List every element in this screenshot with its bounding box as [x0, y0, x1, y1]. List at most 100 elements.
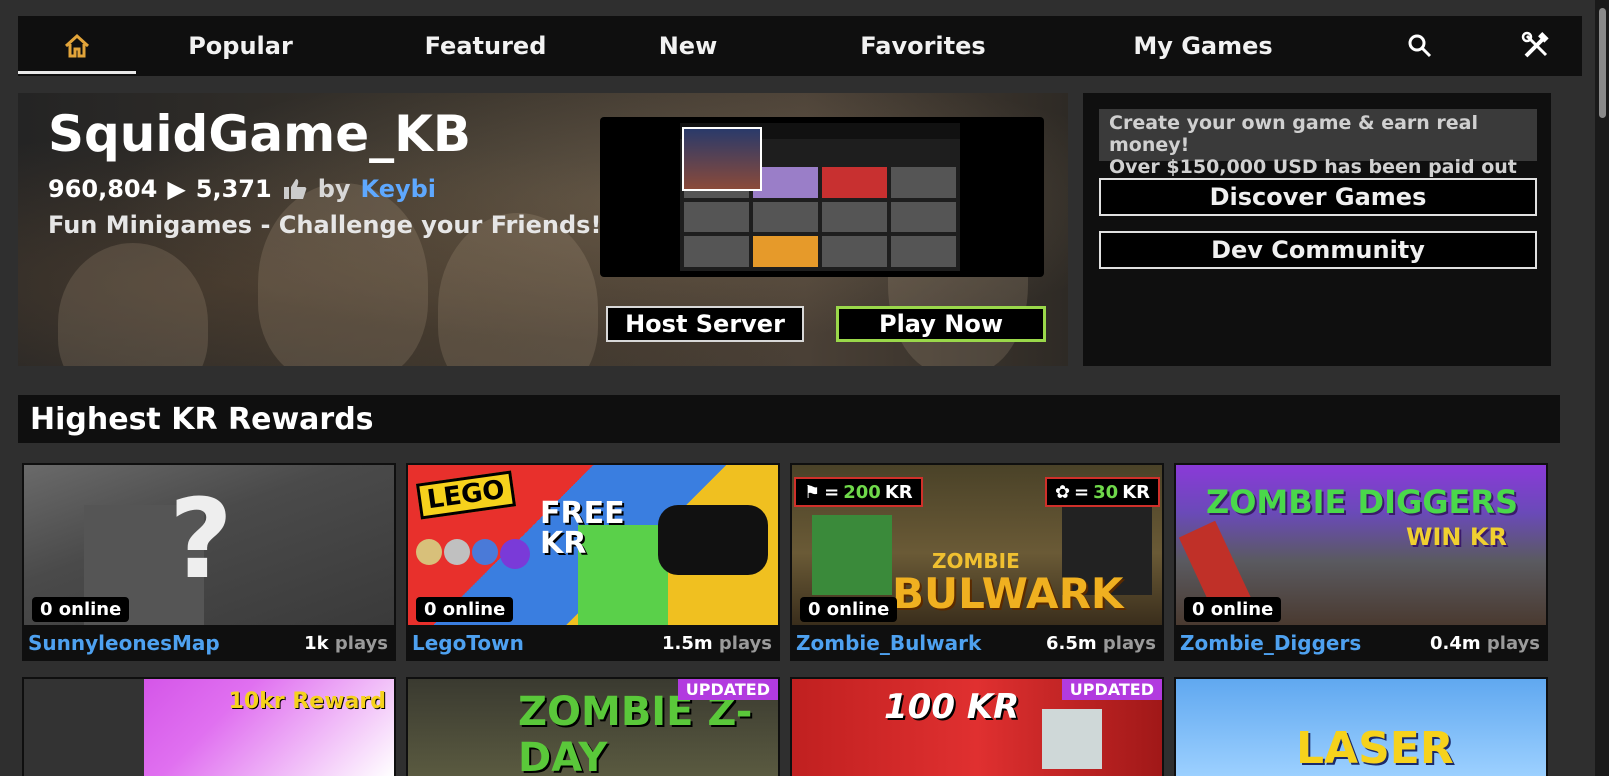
art-title: ZOMBIE DIGGERS: [1206, 483, 1519, 521]
plays-label: plays: [1486, 632, 1540, 654]
free-kr-text: FREE KR: [540, 496, 625, 561]
lego-logo: LEGO: [415, 470, 516, 520]
art-title: 100 KR: [884, 687, 1020, 727]
rifle-shape: [658, 505, 768, 575]
search-button[interactable]: [1390, 16, 1450, 76]
trailer-video[interactable]: [600, 117, 1044, 277]
creator-panel: Create your own game & earn real money! …: [1083, 93, 1551, 366]
online-badge: 0 online: [32, 597, 130, 622]
game-card[interactable]: ZOMBIE Z-DAY UPDATED: [406, 677, 780, 776]
reward-banner: 10kr Reward: [228, 689, 386, 714]
promo-banner: Create your own game & earn real money! …: [1099, 109, 1537, 200]
video-thumb: [684, 236, 749, 267]
nav-featured[interactable]: Featured: [423, 16, 548, 76]
video-thumb: [822, 201, 887, 233]
host-server-button[interactable]: Host Server: [606, 306, 804, 342]
author-link[interactable]: Keybi: [361, 175, 437, 203]
kr-amount: 200: [843, 481, 881, 503]
hero-stats: 960,804 ▶ 5,371 by Keybi: [48, 175, 436, 203]
thumbs-up-icon: [283, 179, 307, 199]
scrollbar-thumb[interactable]: [1599, 8, 1606, 118]
game-name[interactable]: Zombie_Diggers: [1180, 631, 1361, 655]
card-thumbnail: 10kr Reward: [24, 679, 394, 776]
robot-head: [1042, 709, 1102, 769]
game-card[interactable]: ? 0 online SunnyleonesMap 1k plays: [22, 463, 396, 661]
card-thumbnail: LEGO FREE KR 0 online: [408, 465, 778, 625]
plays-value: 0.4m: [1429, 632, 1481, 654]
video-thumb: [753, 201, 818, 233]
video-thumb: [753, 236, 818, 267]
card-thumbnail: ZOMBIE Z-DAY UPDATED: [408, 679, 778, 776]
nav-new[interactable]: New: [648, 16, 728, 76]
question-mark-icon: ?: [169, 475, 233, 603]
play-count: 6.5m plays: [1046, 633, 1156, 654]
discover-games-button[interactable]: Discover Games: [1099, 178, 1537, 216]
video-thumb: [822, 236, 887, 267]
plays-label: plays: [334, 632, 388, 654]
art-title: LASER: [1296, 723, 1454, 774]
art-subtitle: WIN KR: [1406, 523, 1507, 551]
webcam-overlay: [682, 127, 762, 191]
play-icon: ▶: [167, 175, 186, 203]
video-thumb: [891, 167, 956, 198]
zombie-head: [812, 515, 892, 595]
game-card[interactable]: ZOMBIE DIGGERS WIN KR 0 online Zombie_Di…: [1174, 463, 1548, 661]
like-count: 5,371: [195, 175, 272, 203]
play-count: 1k plays: [304, 633, 388, 654]
game-card[interactable]: ⚑ = 200 KR ✿ = 30 KR ZOMBIE BULWARK 0 on…: [790, 463, 1164, 661]
art-title-bottom: BULWARK: [892, 569, 1124, 618]
plays-value: 1k: [304, 632, 329, 654]
flower-icon: ✿: [1054, 481, 1071, 503]
thumb-shape: [24, 679, 144, 776]
game-card[interactable]: LEGO FREE KR 0 online LegoTown 1.5m play…: [406, 463, 780, 661]
coin-icon: [472, 539, 498, 565]
online-badge: 0 online: [800, 597, 898, 622]
promo-line: Create your own game & earn real money!: [1109, 112, 1479, 156]
tools-button[interactable]: [1506, 16, 1566, 76]
kr-reward-badge: ✿ = 30 KR: [1044, 477, 1160, 507]
updated-badge: UPDATED: [1061, 679, 1162, 700]
nav-favorites[interactable]: Favorites: [853, 16, 993, 76]
nav-active-underline: [18, 71, 136, 74]
game-card[interactable]: 10kr Reward: [22, 677, 396, 776]
flag-icon: ⚑: [804, 481, 821, 503]
game-name[interactable]: Zombie_Bulwark: [796, 631, 981, 655]
card-thumbnail: 100 KR UPDATED: [792, 679, 1162, 776]
play-now-button[interactable]: Play Now: [836, 306, 1046, 342]
nav-home[interactable]: [18, 16, 136, 76]
video-thumb: [822, 167, 887, 198]
plays-label: plays: [1102, 632, 1156, 654]
game-name[interactable]: SunnyleonesMap: [28, 631, 220, 655]
video-thumb: [891, 236, 956, 267]
section-title: Highest KR Rewards: [18, 395, 1560, 443]
video-thumb: [891, 201, 956, 233]
kr-equals: =: [1074, 481, 1090, 503]
coin-icon: [444, 539, 470, 565]
online-badge: 0 online: [416, 597, 514, 622]
home-icon: [64, 33, 90, 58]
game-name[interactable]: LegoTown: [412, 631, 524, 655]
featured-hero: SquidGame_KB 960,804 ▶ 5,371 by Keybi Fu…: [18, 93, 1068, 366]
game-card[interactable]: LASER: [1174, 677, 1548, 776]
hero-bg-figure: [58, 243, 208, 366]
card-footer: Zombie_Diggers 0.4m plays: [1174, 625, 1548, 661]
plays-label: plays: [718, 632, 772, 654]
game-card[interactable]: 100 KR UPDATED: [790, 677, 1164, 776]
by-label: by: [317, 175, 351, 203]
nav-popular[interactable]: Popular: [183, 16, 298, 76]
play-count: 0.4m plays: [1430, 633, 1540, 654]
kr-equals: =: [824, 481, 840, 503]
video-thumb: [753, 167, 818, 198]
dev-community-button[interactable]: Dev Community: [1099, 231, 1537, 269]
art-title: ZOMBIE Z-DAY: [518, 689, 753, 776]
card-thumbnail: ZOMBIE DIGGERS WIN KR 0 online: [1176, 465, 1546, 625]
kr-unit: KR: [1122, 481, 1150, 503]
video-thumb: [684, 201, 749, 233]
nav-my-games[interactable]: My Games: [1128, 16, 1278, 76]
plays-value: 1.5m: [661, 632, 713, 654]
coin-icon: [416, 539, 442, 565]
page-scrollbar[interactable]: [1595, 0, 1609, 776]
plays-value: 6.5m: [1045, 632, 1097, 654]
card-thumbnail: ? 0 online: [24, 465, 394, 625]
updated-badge: UPDATED: [677, 679, 778, 700]
